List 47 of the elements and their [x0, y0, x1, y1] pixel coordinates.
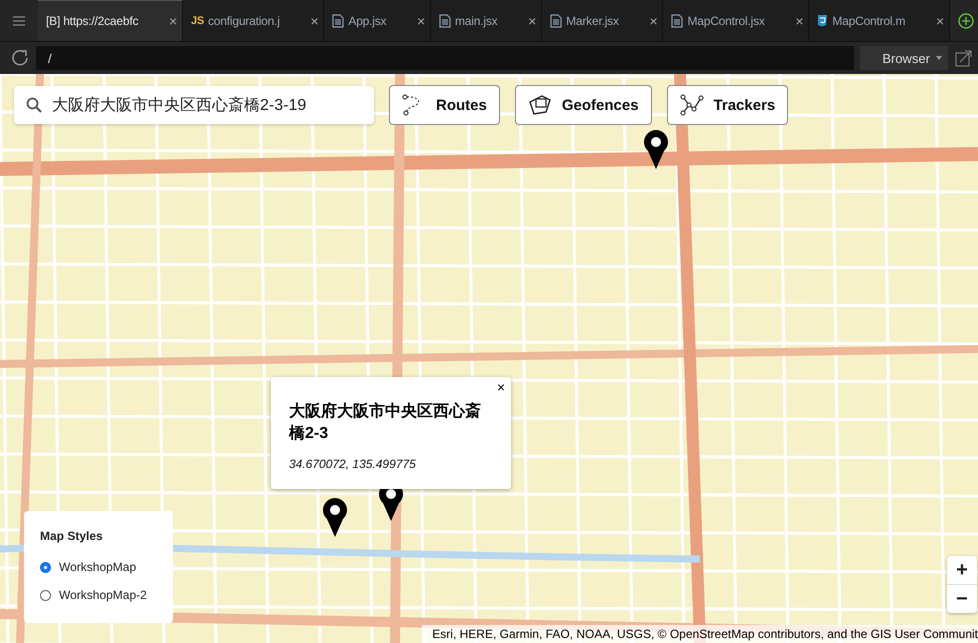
map-pin-icon[interactable]: [643, 130, 669, 170]
js-file-icon: JS: [190, 14, 204, 26]
close-icon[interactable]: ×: [310, 12, 318, 28]
file-icon: [671, 14, 684, 28]
file-icon: [550, 14, 562, 28]
polygon-icon: [528, 94, 552, 116]
popup-coordinates: 34.670072, 135.499775: [289, 457, 417, 471]
browser-dropdown[interactable]: Browser: [860, 46, 948, 70]
file-icon: [332, 14, 344, 28]
url-field[interactable]: /: [36, 46, 854, 70]
popout-icon[interactable]: [954, 48, 974, 68]
close-button[interactable]: ×: [496, 379, 505, 395]
close-icon[interactable]: ×: [795, 12, 804, 28]
close-icon[interactable]: ×: [936, 12, 944, 28]
add-icon[interactable]: [958, 12, 974, 28]
tracker-path-icon: [680, 94, 704, 116]
close-icon[interactable]: ×: [417, 12, 426, 28]
editor-tab[interactable]: MapControl.jsx ×: [663, 0, 810, 41]
editor-tab[interactable]: Marker.jsx ×: [542, 0, 664, 41]
editor-tab[interactable]: App.jsx ×: [324, 0, 432, 41]
close-icon[interactable]: ×: [168, 13, 177, 29]
radio-label[interactable]: WorkshopMap-2: [59, 588, 147, 602]
search-icon: [26, 97, 42, 113]
caret-icon: [936, 56, 942, 60]
close-icon[interactable]: ×: [649, 12, 658, 28]
map-attribution: Esri, HERE, Garmin, FAO, NOAA, USGS, © OpenStreetMap contributors, and the GIS User Communit: [422, 625, 978, 643]
zoom-out-button[interactable]: −: [947, 584, 977, 613]
editor-tab[interactable]: JS configuration.j ×: [182, 0, 324, 41]
zoom-in-button[interactable]: +: [947, 556, 977, 584]
editor-tab[interactable]: main.jsx ×: [431, 0, 542, 41]
map-tool-button[interactable]: Trackers: [666, 85, 788, 125]
css-file-icon: [817, 14, 828, 27]
editor-tab[interactable]: MapControl.m ×: [809, 0, 950, 41]
radio-label[interactable]: WorkshopMap: [59, 560, 136, 574]
refresh-icon[interactable]: [10, 48, 30, 68]
radio-button[interactable]: [40, 590, 51, 600]
menu-icon[interactable]: [13, 16, 25, 26]
map-tool-button[interactable]: Geofences: [514, 85, 652, 125]
popup-title: 大阪府大阪市中央区西心斎橋2-3: [289, 401, 482, 444]
search-field[interactable]: 大阪府大阪市中央区西心斎橋2-3-19: [14, 86, 374, 124]
map-pin-icon[interactable]: [322, 498, 348, 538]
panel-title: Map Styles: [40, 529, 104, 543]
radio-button[interactable]: [40, 562, 51, 572]
file-icon: [439, 14, 452, 28]
close-icon[interactable]: ×: [528, 12, 536, 28]
map-tool-button[interactable]: Routes: [389, 85, 500, 125]
editor-tab[interactable]: [B] https://2caebfc ×: [38, 0, 183, 41]
